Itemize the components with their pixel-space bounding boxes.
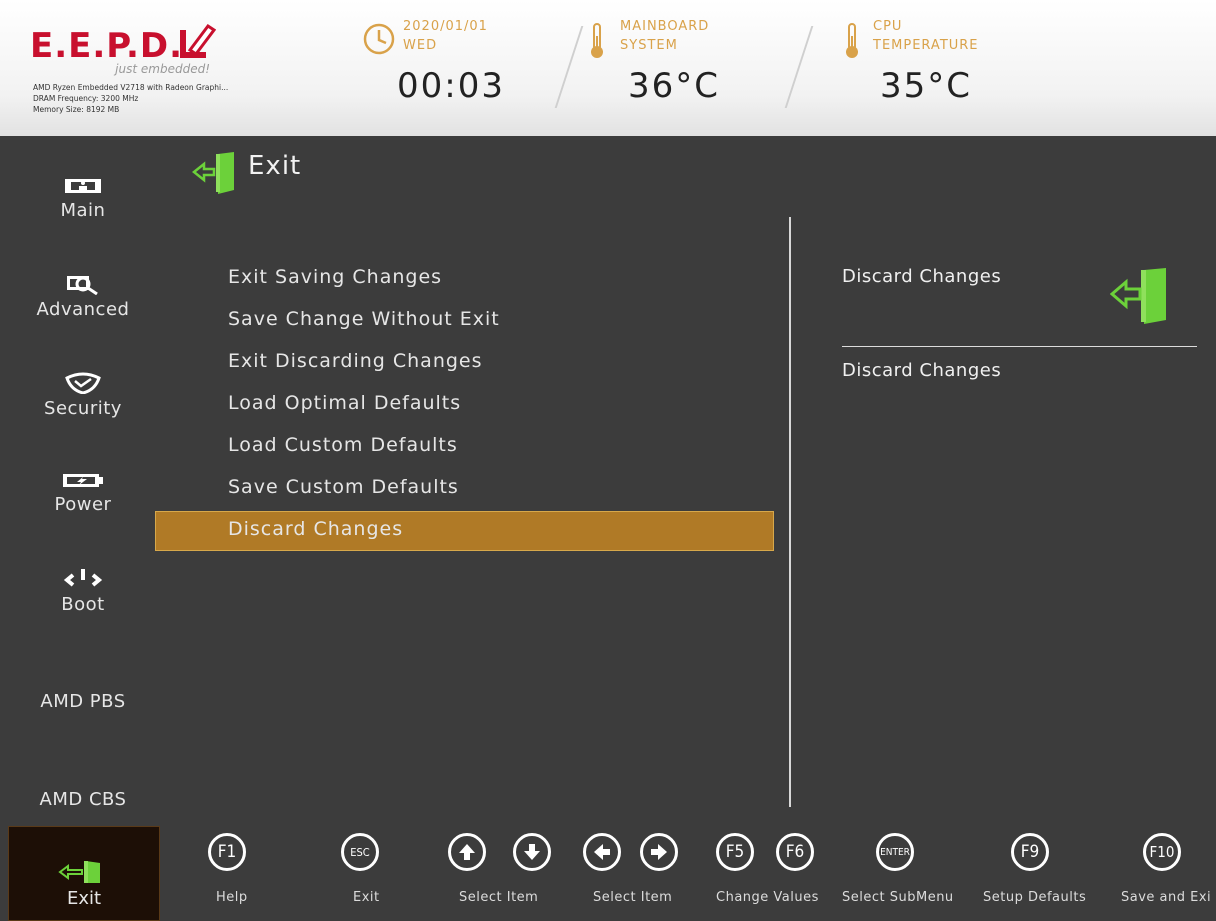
- system-info: AMD Ryzen Embedded V2718 with Radeon Gra…: [33, 82, 228, 115]
- key-label-exit: Exit: [353, 890, 380, 905]
- header-divider: [784, 26, 814, 108]
- menu-item-load-optimal-defaults[interactable]: Load Optimal Defaults: [228, 392, 461, 414]
- sidebar-item-label: Advanced: [36, 299, 130, 320]
- key-label-select-item-horizontal: Select Item: [593, 890, 673, 905]
- sidebar-item-power[interactable]: Power: [0, 470, 166, 515]
- page-title: Exit: [248, 151, 302, 181]
- help-text: Discard Changes: [842, 360, 1002, 381]
- menu-item-save-custom-defaults[interactable]: Save Custom Defaults: [228, 476, 459, 498]
- cpu-label: CPU: [873, 19, 903, 34]
- thermometer-icon: [846, 23, 858, 58]
- exit-door-icon: [1110, 268, 1166, 324]
- sidebar-item-label: Main: [60, 200, 106, 221]
- panel-divider: [789, 217, 791, 807]
- shield-icon: [65, 372, 101, 394]
- sidebar-item-main[interactable]: Main: [0, 176, 166, 221]
- key-label-change-values: Change Values: [716, 890, 819, 905]
- menu-item-exit-saving-changes[interactable]: Exit Saving Changes: [228, 266, 442, 288]
- cpu-sublabel: TEMPERATURE: [873, 38, 979, 53]
- exit-door-icon: [192, 152, 234, 194]
- sidebar-item-label: Boot: [61, 594, 105, 615]
- power-icon: [63, 569, 103, 587]
- sidebar-item-amd-cbs[interactable]: AMD CBS: [0, 789, 166, 810]
- esc-key-icon: ESC: [341, 833, 379, 871]
- mainboard-sublabel: SYSTEM: [620, 38, 678, 53]
- f1-key-icon: F1: [208, 833, 246, 871]
- right-arrow-icon: [640, 833, 678, 871]
- header-divider: [554, 26, 584, 108]
- thermometer-icon: [591, 23, 603, 58]
- weekday-label: WED: [403, 38, 438, 53]
- mainboard-label: MAINBOARD: [620, 19, 710, 34]
- date-label: 2020/01/01: [403, 19, 488, 34]
- down-arrow-icon: [513, 833, 551, 871]
- memory-info: Memory Size: 8192 MB: [33, 105, 120, 114]
- sidebar-item-label: AMD PBS: [40, 691, 126, 712]
- sidebar-item-label: Exit: [66, 888, 102, 909]
- sidebar-item-advanced[interactable]: Advanced: [0, 273, 166, 320]
- exit-door-icon: [58, 861, 100, 883]
- sidebar-item-label: Power: [54, 494, 112, 515]
- key-label-help: Help: [216, 890, 248, 905]
- f10-key-icon: F10: [1143, 833, 1181, 871]
- cpu-temperature: 35°C: [880, 66, 973, 106]
- key-label-select-item-vertical: Select Item: [459, 890, 539, 905]
- f6-key-icon: F6: [776, 833, 814, 871]
- help-divider: [842, 346, 1197, 347]
- cpu-info: AMD Ryzen Embedded V2718 with Radeon Gra…: [33, 83, 229, 92]
- menu-item-exit-discarding-changes[interactable]: Exit Discarding Changes: [228, 350, 483, 372]
- brand-tagline: just embedded!: [115, 62, 210, 76]
- mainboard-temperature: 36°C: [628, 66, 721, 106]
- sidebar-item-label: Security: [44, 398, 122, 419]
- key-label-save-and-exit: Save and Exi: [1121, 890, 1212, 905]
- sidebar-item-label: AMD CBS: [39, 789, 127, 810]
- clock-icon: [363, 23, 395, 55]
- header-bar: E.E.P.D. just embedded! AMD Ryzen Embedd…: [0, 0, 1216, 136]
- up-arrow-icon: [448, 833, 486, 871]
- sidebar-item-exit[interactable]: Exit: [8, 826, 160, 921]
- monitor-icon: [65, 179, 101, 193]
- magnifier-icon: [67, 276, 98, 295]
- enter-key-icon: ENTER: [876, 833, 914, 871]
- f5-key-icon: F5: [716, 833, 754, 871]
- logo-mark-icon: [180, 23, 216, 58]
- menu-item-discard-changes[interactable]: Discard Changes: [228, 518, 403, 540]
- sidebar-item-amd-pbs[interactable]: AMD PBS: [0, 691, 166, 712]
- brand-logo: E.E.P.D.: [30, 26, 184, 66]
- left-arrow-icon: [583, 833, 621, 871]
- time-display: 00:03: [397, 66, 505, 106]
- battery-icon: [63, 474, 103, 487]
- key-label-setup-defaults: Setup Defaults: [983, 890, 1087, 905]
- f9-key-icon: F9: [1011, 833, 1049, 871]
- key-label-select-submenu: Select SubMenu: [842, 890, 954, 905]
- dram-info: DRAM Frequency: 3200 MHz: [33, 94, 139, 103]
- sidebar-item-security[interactable]: Security: [0, 372, 166, 419]
- help-title: Discard Changes: [842, 266, 1002, 287]
- menu-item-load-custom-defaults[interactable]: Load Custom Defaults: [228, 434, 458, 456]
- sidebar-item-boot[interactable]: Boot: [0, 568, 166, 615]
- menu-item-save-change-without-exit[interactable]: Save Change Without Exit: [228, 308, 500, 330]
